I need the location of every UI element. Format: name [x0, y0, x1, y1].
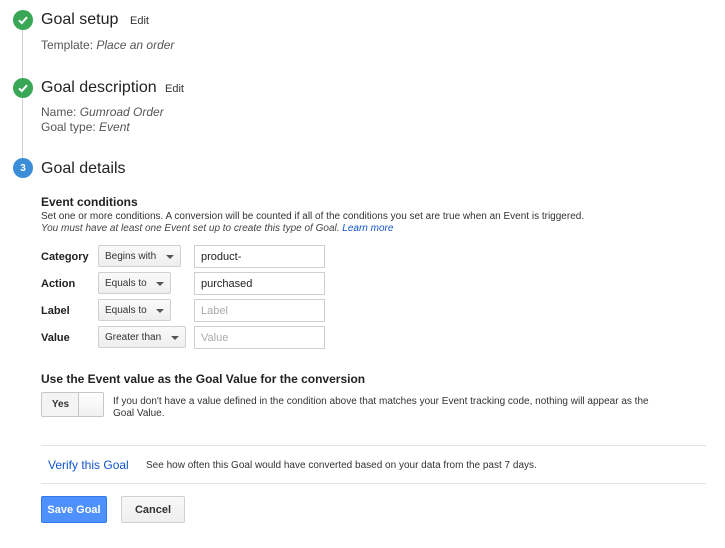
category-value-input[interactable] [194, 245, 325, 268]
condition-label-label: Label [41, 305, 70, 317]
edit-goal-description-link[interactable]: Edit [165, 83, 184, 95]
edit-goal-setup-link[interactable]: Edit [130, 15, 149, 27]
check-icon [13, 10, 33, 30]
label-operator-value: Equals to [105, 304, 147, 316]
divider [41, 483, 706, 484]
check-icon [13, 78, 33, 98]
value-value-input[interactable] [194, 326, 325, 349]
goal-name-value: Gumroad Order [79, 105, 164, 119]
category-operator-value: Begins with [105, 250, 157, 262]
step-title-goal-setup: Goal setup [41, 11, 119, 28]
action-value-input[interactable] [194, 272, 325, 295]
goal-type-line: Goal type: Event [41, 120, 130, 135]
learn-more-link[interactable]: Learn more [342, 223, 393, 234]
conditions-requirement-line: You must have at least one Event set up … [41, 223, 584, 235]
label-operator-select[interactable]: Equals to [98, 299, 171, 321]
cancel-button[interactable]: Cancel [121, 496, 185, 523]
template-line: Template: Place an order [41, 38, 174, 53]
category-operator-select[interactable]: Begins with [98, 245, 181, 267]
save-goal-button[interactable]: Save Goal [41, 496, 107, 523]
condition-label-action: Action [41, 278, 76, 290]
toggle-knob[interactable] [78, 392, 104, 417]
condition-label-category: Category [41, 251, 89, 263]
toggle-yes-label: Yes [51, 399, 70, 410]
goal-type-value: Event [99, 120, 130, 134]
goal-type-label: Goal type: [41, 120, 96, 134]
event-conditions-heading: Event conditions [41, 195, 138, 209]
caret-down-icon [171, 336, 179, 340]
value-operator-value: Greater than [105, 331, 162, 343]
goal-value-heading: Use the Event value as the Goal Value fo… [41, 372, 366, 386]
goal-value-help-line: If you don't have a value defined in the… [113, 396, 649, 407]
conditions-desc-line: Set one or more conditions. A conversion… [41, 211, 585, 222]
template-value: Place an order [96, 38, 175, 52]
goal-value-toggle[interactable]: Yes [41, 392, 104, 417]
goal-value-help: If you don't have a value defined in the… [113, 396, 649, 420]
step-title-goal-description: Goal description [41, 79, 157, 96]
verify-goal-link[interactable]: Verify this Goal [48, 458, 129, 472]
condition-label-value: Value [41, 332, 70, 344]
verify-description: See how often this Goal would have conve… [146, 460, 537, 471]
action-operator-select[interactable]: Equals to [98, 272, 171, 294]
event-conditions-description: Set one or more conditions. A conversion… [41, 211, 584, 235]
conditions-requirement-text: You must have at least one Event set up … [41, 223, 340, 234]
caret-down-icon [166, 255, 174, 259]
goal-name-line: Name: Gumroad Order [41, 105, 164, 120]
divider [41, 445, 706, 446]
template-label: Template: [41, 38, 94, 52]
goal-name-label: Name: [41, 105, 77, 119]
caret-down-icon [156, 309, 164, 313]
action-operator-value: Equals to [105, 277, 147, 289]
label-value-input[interactable] [194, 299, 325, 322]
value-operator-select[interactable]: Greater than [98, 326, 186, 348]
step-title-goal-details: Goal details [41, 160, 126, 177]
caret-down-icon [156, 282, 164, 286]
step-number-badge: 3 [13, 158, 33, 178]
goal-value-help-line: Goal Value. [113, 408, 165, 419]
